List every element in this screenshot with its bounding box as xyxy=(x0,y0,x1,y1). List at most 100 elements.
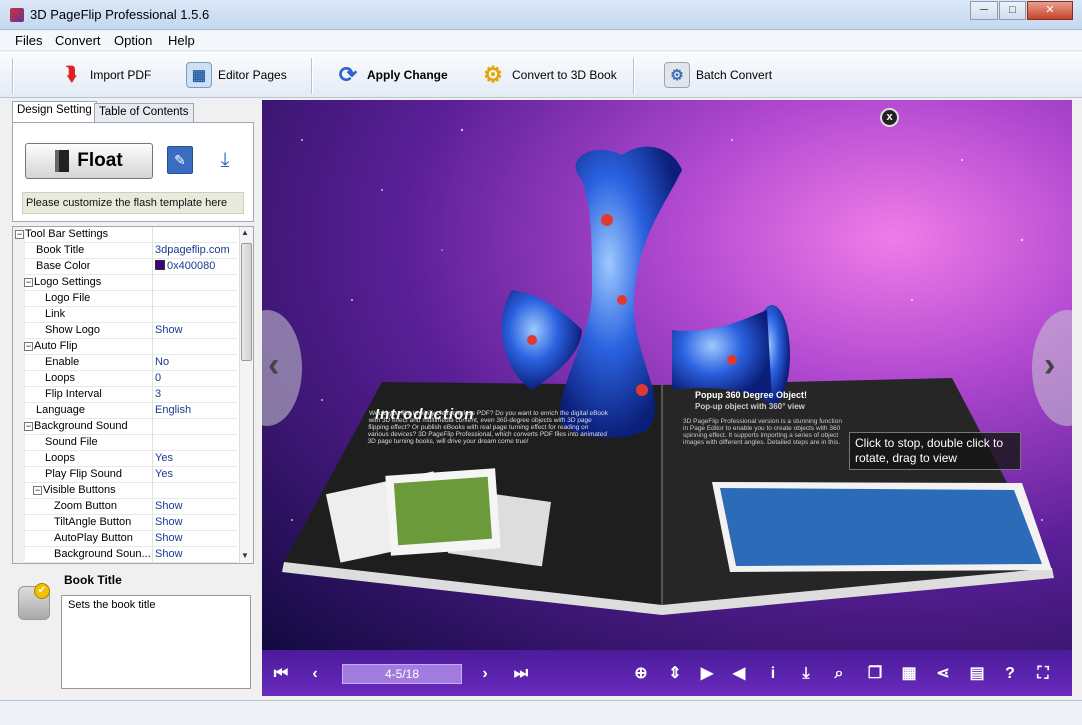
editor-pages-button[interactable]: ▦ Editor Pages xyxy=(186,60,287,90)
fullscreen-icon[interactable]: ⛶ xyxy=(1032,663,1054,685)
property-row[interactable]: Link xyxy=(13,307,237,323)
page-indicator[interactable]: 4-5/18 xyxy=(342,664,462,684)
property-row[interactable]: Enable No xyxy=(13,355,237,371)
property-value[interactable]: Yes xyxy=(155,452,173,464)
row-gutter xyxy=(13,515,25,531)
property-value[interactable]: English xyxy=(155,404,191,416)
tab-design-setting[interactable]: Design Setting xyxy=(12,101,97,122)
property-row[interactable]: Loops 0 xyxy=(13,371,237,387)
apply-change-button[interactable]: ⟳ Apply Change xyxy=(335,60,448,90)
property-name: − Visible Buttons xyxy=(33,484,116,496)
property-value-text: Show xyxy=(155,548,183,560)
property-value[interactable]: 0 xyxy=(155,372,161,384)
toolbar: ⮯ Import PDF ▦ Editor Pages ⟳ Apply Chan… xyxy=(0,52,1082,98)
print-icon[interactable]: ▤ xyxy=(966,663,988,685)
menu-option[interactable]: Option xyxy=(114,33,152,48)
column-divider xyxy=(152,547,153,563)
template-float-button[interactable]: Float xyxy=(25,143,153,179)
import-pdf-button[interactable]: ⮯ Import PDF xyxy=(58,60,151,90)
property-row[interactable]: Language English xyxy=(13,403,237,419)
property-name: Book Title xyxy=(36,244,84,256)
property-name: Base Color xyxy=(36,260,90,272)
maximize-button[interactable]: □ xyxy=(999,1,1026,20)
collapse-icon[interactable]: − xyxy=(24,422,33,431)
property-row[interactable]: − Auto Flip xyxy=(13,339,237,355)
prev-icon[interactable]: ‹ xyxy=(304,663,326,685)
property-row[interactable]: Base Color 0x400080 xyxy=(13,259,237,275)
property-value[interactable]: Show xyxy=(155,532,183,544)
batch-convert-button[interactable]: ⚙ Batch Convert xyxy=(664,60,772,90)
property-row[interactable]: Flip Interval 3 xyxy=(13,387,237,403)
first-page-icon[interactable]: ⏮ xyxy=(270,663,292,685)
column-divider xyxy=(152,355,153,371)
collapse-icon[interactable]: − xyxy=(15,230,24,239)
property-row[interactable]: Play Flip Sound Yes xyxy=(13,467,237,483)
collapse-icon[interactable]: − xyxy=(33,486,42,495)
share-icon[interactable]: ⋖ xyxy=(932,663,954,685)
toolbar-separator xyxy=(311,58,313,94)
property-row[interactable]: − Tool Bar Settings xyxy=(13,227,237,243)
info-icon[interactable]: i xyxy=(762,663,784,685)
close-preview-button[interactable]: x xyxy=(880,108,899,127)
minimize-button[interactable]: ─ xyxy=(970,1,998,20)
scroll-up-icon[interactable]: ▲ xyxy=(241,228,249,237)
download-icon[interactable]: ⤓ xyxy=(795,663,817,685)
property-value[interactable]: No xyxy=(155,356,169,368)
property-name-text: Flip Interval xyxy=(45,388,102,400)
property-name-text: AutoPlay Button xyxy=(54,532,133,544)
save-icon[interactable]: ✎ xyxy=(167,146,193,174)
property-row[interactable]: TiltAngle Button Show xyxy=(13,515,237,531)
scroll-thumb[interactable] xyxy=(241,243,252,361)
column-divider xyxy=(152,515,153,531)
collapse-icon[interactable]: − xyxy=(24,342,33,351)
book-preview[interactable]: Introduction Would you like to vivify ch… xyxy=(262,100,1072,650)
property-row[interactable]: Book Title 3dpageflip.com xyxy=(13,243,237,259)
property-value[interactable]: Show xyxy=(155,516,183,528)
property-value[interactable]: Show xyxy=(155,500,183,512)
property-row[interactable]: − Logo Settings xyxy=(13,275,237,291)
last-page-icon[interactable]: ⏭ xyxy=(510,663,532,685)
property-value[interactable]: Show xyxy=(155,324,183,336)
close-button[interactable]: ✕ xyxy=(1027,1,1073,20)
property-row[interactable]: Show Logo Show xyxy=(13,323,237,339)
property-row[interactable]: Loops Yes xyxy=(13,451,237,467)
zoom-icon[interactable]: ⊕ xyxy=(630,663,652,685)
bookmark-icon[interactable]: ❐ xyxy=(864,663,886,685)
column-divider xyxy=(152,291,153,307)
property-name: Loops xyxy=(45,452,75,464)
next-icon[interactable]: › xyxy=(474,663,496,685)
color-swatch xyxy=(155,260,165,270)
scroll-down-icon[interactable]: ▼ xyxy=(241,551,249,560)
property-row[interactable]: Sound File xyxy=(13,435,237,451)
property-row[interactable]: Logo File xyxy=(13,291,237,307)
property-row[interactable]: − Background Sound xyxy=(13,419,237,435)
tab-table-of-contents[interactable]: Table of Contents xyxy=(94,103,194,122)
thumbnails-icon[interactable]: ▦ xyxy=(898,663,920,685)
property-row[interactable]: Background Soun... Show xyxy=(13,547,237,563)
tilt-angle-icon[interactable]: ⇕ xyxy=(664,663,686,685)
batch-convert-label: Batch Convert xyxy=(696,68,773,82)
sound-icon[interactable]: ◀ xyxy=(728,663,750,685)
help-icon[interactable]: ? xyxy=(999,663,1021,685)
property-name-text: Language xyxy=(36,404,85,416)
property-value-text: Show xyxy=(155,324,183,336)
convert-3d-button[interactable]: ⚙ Convert to 3D Book xyxy=(480,60,617,90)
property-value[interactable]: Show xyxy=(155,548,183,560)
property-value[interactable]: 3dpageflip.com xyxy=(155,244,230,256)
description-title: Book Title xyxy=(64,573,122,587)
property-value[interactable]: 0x400080 xyxy=(155,260,215,272)
property-value[interactable]: Yes xyxy=(155,468,173,480)
column-divider xyxy=(152,275,153,291)
menu-help[interactable]: Help xyxy=(168,33,195,48)
property-row[interactable]: Zoom Button Show xyxy=(13,499,237,515)
menu-files[interactable]: Files xyxy=(15,33,42,48)
property-row[interactable]: − Visible Buttons xyxy=(13,483,237,499)
property-name-text: Base Color xyxy=(36,260,91,272)
property-value[interactable]: 3 xyxy=(155,388,161,400)
search-icon[interactable]: ⌕ xyxy=(828,663,850,685)
property-row[interactable]: AutoPlay Button Show xyxy=(13,531,237,547)
collapse-icon[interactable]: − xyxy=(24,278,33,287)
import-template-icon[interactable]: ⤓ xyxy=(211,146,239,174)
menu-convert[interactable]: Convert xyxy=(55,33,101,48)
autoplay-icon[interactable]: ▶ xyxy=(696,663,718,685)
